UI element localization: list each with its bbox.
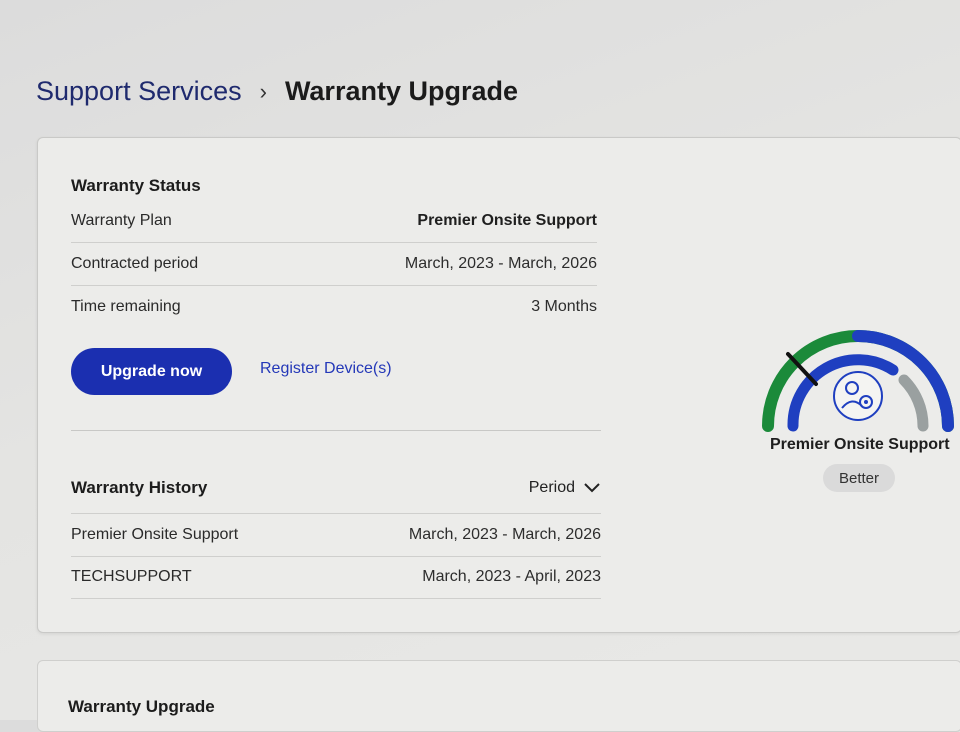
history-plan: Premier Onsite Support [71,526,239,543]
history-period: March, 2023 - March, 2026 [408,526,601,543]
upgrade-now-button[interactable]: Upgrade now [71,348,232,395]
history-row: TECHSUPPORT March, 2023 - April, 2023 [71,556,601,599]
gauge-plan-name: Premier Onsite Support [770,436,950,453]
status-value: 3 Months [531,298,597,315]
warranty-tier-gauge [762,330,954,432]
warranty-upgrade-heading: Warranty Upgrade [68,697,215,716]
breadcrumb: Support Services › Warranty Upgrade [36,76,518,107]
status-label: Time remaining [71,298,181,315]
status-value: March, 2023 - March, 2026 [404,255,597,272]
chevron-down-icon [584,483,600,493]
status-value: Premier Onsite Support [417,212,597,229]
period-sort-label: Period [528,479,575,496]
register-devices-link[interactable]: Register Device(s) [260,360,392,378]
status-label: Contracted period [71,255,199,272]
history-period: March, 2023 - April, 2023 [422,568,601,585]
status-row-remaining: Time remaining 3 Months [71,286,597,328]
warranty-status-heading: Warranty Status [71,176,201,195]
history-row: Premier Onsite Support March, 2023 - Mar… [71,513,601,557]
chevron-right-icon: › [259,78,267,104]
gauge-inner-muted-arc [898,374,929,432]
page-title: Warranty Upgrade [284,76,518,106]
status-row-plan: Warranty Plan Premier Onsite Support [71,200,597,243]
history-plan: TECHSUPPORT [71,568,192,585]
period-sort-toggle[interactable]: Period [529,479,601,497]
warranty-upgrade-card: Warranty Upgrade [37,660,960,732]
history-header: Warranty History Period [71,478,601,498]
status-label: Warranty Plan [71,212,172,229]
support-agent-gear-icon [833,371,883,421]
tier-badge: Better [823,464,895,492]
status-row-period: Contracted period March, 2023 - March, 2… [71,243,597,286]
warranty-history-heading: Warranty History [71,478,208,497]
section-divider [71,430,601,431]
breadcrumb-support-services[interactable]: Support Services [36,76,242,107]
